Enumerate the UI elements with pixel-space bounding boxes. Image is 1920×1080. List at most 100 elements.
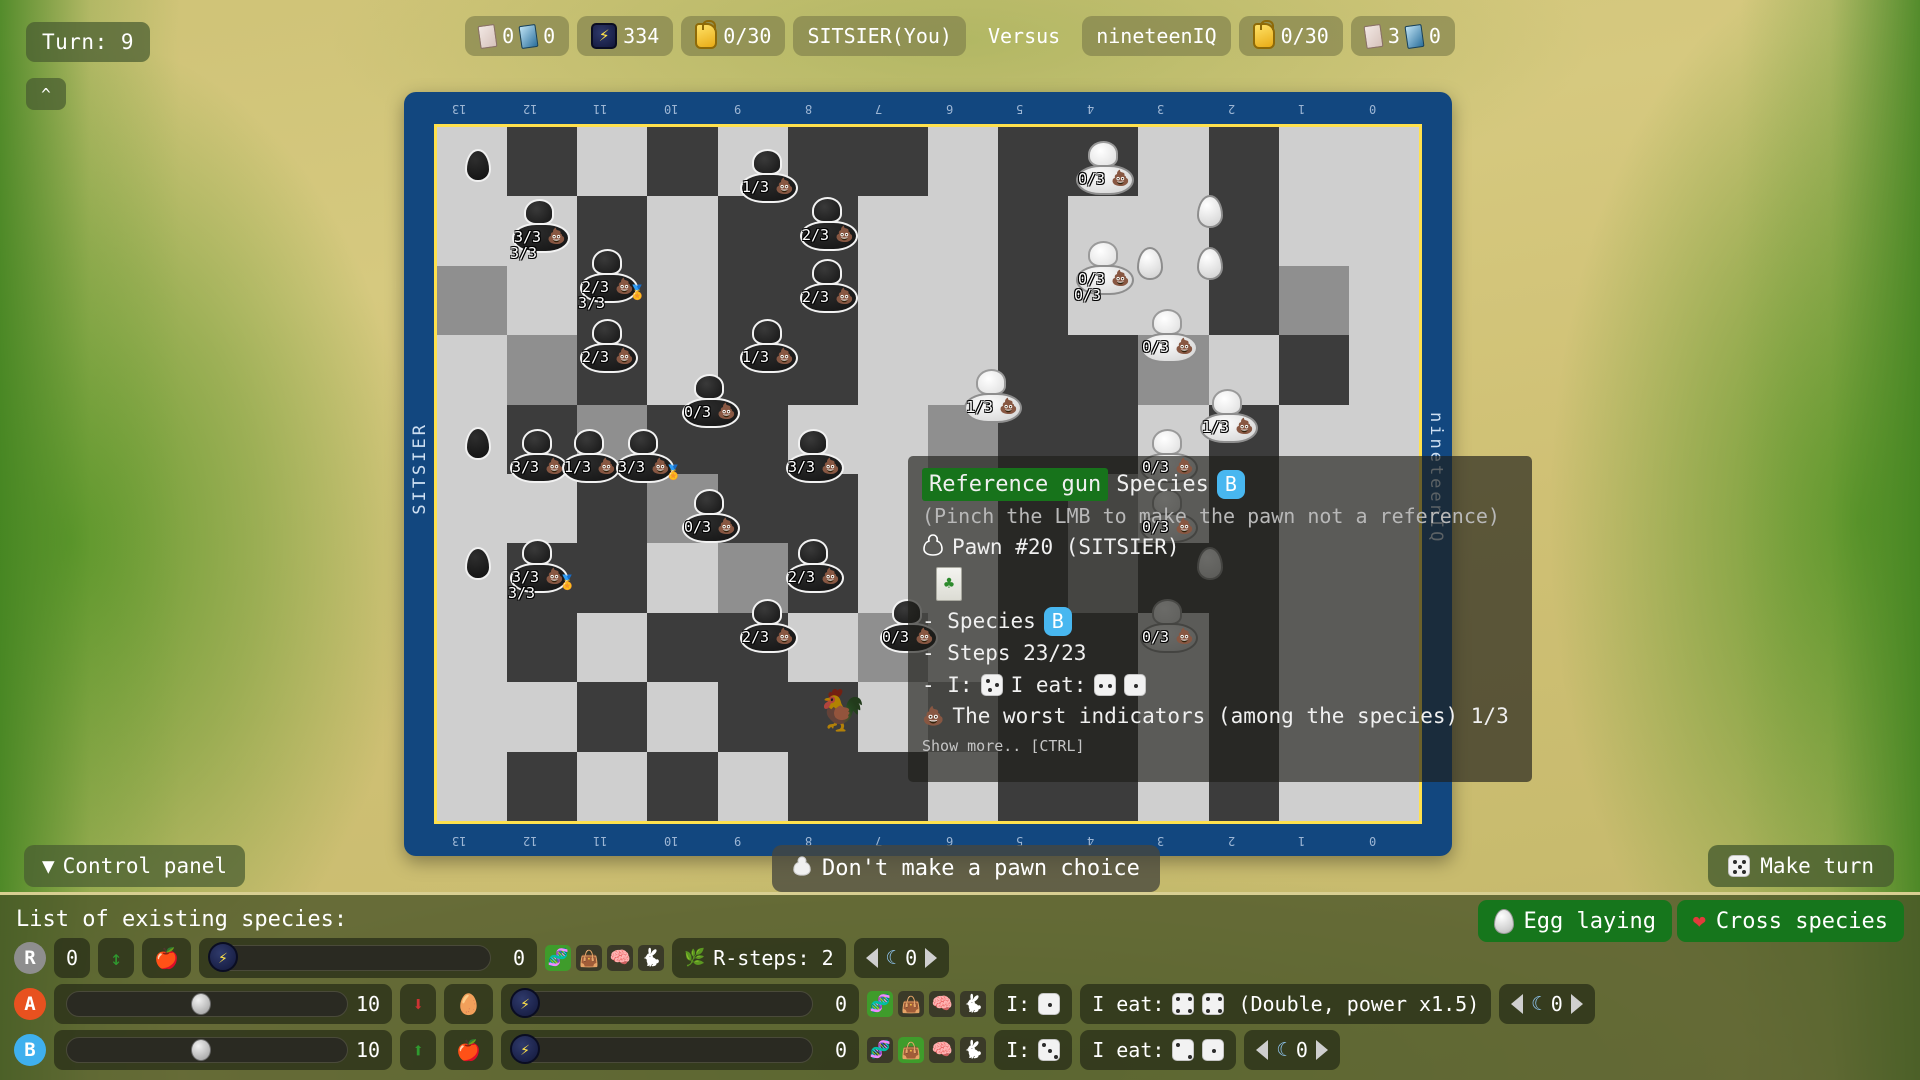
board-square[interactable]: [647, 682, 718, 752]
species-population-slider-B[interactable]: 10: [54, 1030, 393, 1070]
board-square[interactable]: [998, 127, 1069, 197]
pawn-piece[interactable]: 0/3 💩: [1073, 139, 1137, 195]
moon-stepper-R[interactable]: ☾ 0: [853, 938, 950, 978]
growth-indicator-R[interactable]: ↕: [98, 938, 135, 978]
board-square[interactable]: [577, 682, 648, 752]
collapse-topbar-button[interactable]: ^: [26, 78, 66, 110]
pawn-piece[interactable]: 1/3 💩: [1197, 387, 1261, 443]
board-square[interactable]: [577, 474, 648, 544]
board-square[interactable]: [857, 127, 928, 197]
energy-slider[interactable]: ⚡: [510, 988, 814, 1018]
food-indicator-B[interactable]: 🍎: [444, 1030, 494, 1070]
board-square[interactable]: [1278, 196, 1349, 266]
board-square[interactable]: [1278, 335, 1349, 405]
pawn-piece[interactable]: 1/3 💩: [961, 367, 1025, 423]
initiative-chip-A[interactable]: I:: [994, 984, 1073, 1024]
species-row-B[interactable]: B10⬆🍎⚡0I:I eat:☾0: [0, 1024, 1920, 1070]
egg-piece[interactable]: [1197, 247, 1223, 280]
board-square[interactable]: [437, 682, 508, 752]
bag-icon[interactable]: [576, 945, 603, 971]
egg-piece[interactable]: [465, 149, 491, 182]
growth-indicator-A[interactable]: ⬇: [400, 984, 437, 1024]
population-slider[interactable]: [66, 991, 348, 1017]
board-square[interactable]: [507, 127, 578, 197]
opponent-bag-pill[interactable]: 0/30: [1238, 16, 1343, 56]
energy-slider-A[interactable]: ⚡ 0: [501, 984, 860, 1024]
board-square[interactable]: [577, 543, 648, 613]
board-square[interactable]: [857, 335, 928, 405]
pawn-piece[interactable]: 0/3 💩: [1137, 427, 1201, 483]
board-square[interactable]: [507, 335, 578, 405]
pawn-piece[interactable]: 2/3 💩: [737, 597, 801, 653]
pawn-piece[interactable]: 0/3 💩: [1137, 307, 1201, 363]
board-square[interactable]: [1068, 335, 1139, 405]
board-square[interactable]: [857, 196, 928, 266]
trait-icons-R[interactable]: [545, 945, 665, 971]
self-player-name[interactable]: SITSIER(You): [793, 16, 966, 56]
energy-slider[interactable]: ⚡: [510, 1034, 814, 1064]
board-square[interactable]: [787, 751, 858, 821]
pawn-piece[interactable]: 1/3 💩: [737, 317, 801, 373]
stepper-right-arrow-icon[interactable]: [1570, 994, 1583, 1014]
board-square[interactable]: [717, 682, 788, 752]
board-square[interactable]: [437, 612, 508, 683]
board-square[interactable]: [437, 335, 508, 405]
board-square[interactable]: [507, 682, 578, 752]
trait-icons-B[interactable]: [867, 1037, 987, 1063]
pawn-piece[interactable]: 3/3 3/3 💩 🏅: [507, 537, 576, 602]
food-indicator-R[interactable]: 🍎: [142, 938, 191, 978]
stepper-left-arrow-icon[interactable]: [865, 948, 878, 968]
species-row-A[interactable]: A10⬇🥚⚡0I:I eat:(Double, power x1.5)☾0: [0, 978, 1920, 1024]
board-square[interactable]: [577, 612, 648, 683]
pawn-piece[interactable]: 3/3 💩: [783, 427, 847, 483]
make-turn-button[interactable]: Make turn: [1708, 845, 1894, 887]
egg-piece[interactable]: [465, 427, 491, 460]
egg-piece[interactable]: [1137, 247, 1163, 280]
brain-icon[interactable]: [929, 1037, 956, 1063]
board-square[interactable]: [437, 751, 508, 821]
tooltip-show-more[interactable]: Show more.. [CTRL]: [922, 737, 1518, 757]
cross-species-button[interactable]: ❤ Cross species: [1676, 900, 1904, 942]
left-cards-pill[interactable]: 0 0: [465, 16, 570, 56]
board-square[interactable]: [507, 265, 578, 336]
board-square[interactable]: [1348, 196, 1419, 266]
board-square[interactable]: [998, 196, 1069, 266]
slider-knob[interactable]: [191, 993, 211, 1015]
rabbit-icon[interactable]: [638, 945, 665, 971]
pawn-piece[interactable]: 2/3 💩: [783, 537, 847, 593]
opponent-player-name[interactable]: nineteenIQ: [1082, 16, 1231, 56]
species-letter-A[interactable]: A: [14, 988, 46, 1020]
board-square[interactable]: [577, 127, 648, 197]
dna-icon[interactable]: [545, 945, 572, 971]
board-square[interactable]: [647, 612, 718, 683]
dna-icon[interactable]: [867, 1037, 894, 1063]
board-square[interactable]: [1348, 265, 1419, 336]
species-rows[interactable]: R0↕🍎⚡0🌿R-steps: 2☾0A10⬇🥚⚡0I:I eat:(Doubl…: [0, 932, 1920, 1070]
initiative-chip-B[interactable]: I:: [994, 1030, 1073, 1070]
rabbit-icon[interactable]: [960, 1037, 987, 1063]
stepper-right-arrow-icon[interactable]: [1315, 1040, 1328, 1060]
growth-indicator-B[interactable]: ⬆: [400, 1030, 437, 1070]
egg-piece[interactable]: [1197, 195, 1223, 228]
board-square[interactable]: [647, 196, 718, 266]
species-value-R[interactable]: 0: [54, 938, 91, 978]
pawn-piece[interactable]: 2/3 💩: [797, 195, 861, 251]
rabbit-icon[interactable]: [960, 991, 987, 1017]
moon-stepper-B[interactable]: ☾ 0: [1244, 1030, 1340, 1070]
pawn-piece[interactable]: 2/3 💩: [577, 317, 641, 373]
board-square[interactable]: [437, 196, 508, 266]
dna-icon[interactable]: [867, 991, 894, 1017]
stepper-right-arrow-icon[interactable]: [925, 948, 938, 968]
pawn-piece[interactable]: 3/3 💩 🏅: [613, 427, 682, 483]
board-square[interactable]: [1278, 265, 1349, 336]
species-letter-R[interactable]: R: [14, 942, 46, 974]
egg-laying-button[interactable]: Egg laying: [1477, 900, 1672, 942]
self-bag-pill[interactable]: 0/30: [681, 16, 786, 56]
pawn-piece[interactable]: 2/3 💩: [797, 257, 861, 313]
brain-icon[interactable]: [607, 945, 634, 971]
egg-piece[interactable]: [465, 547, 491, 580]
energy-pill[interactable]: 334: [577, 16, 674, 56]
board-square[interactable]: [857, 265, 928, 336]
board-square[interactable]: [437, 474, 508, 544]
bird-piece[interactable]: 🐓: [817, 687, 867, 734]
